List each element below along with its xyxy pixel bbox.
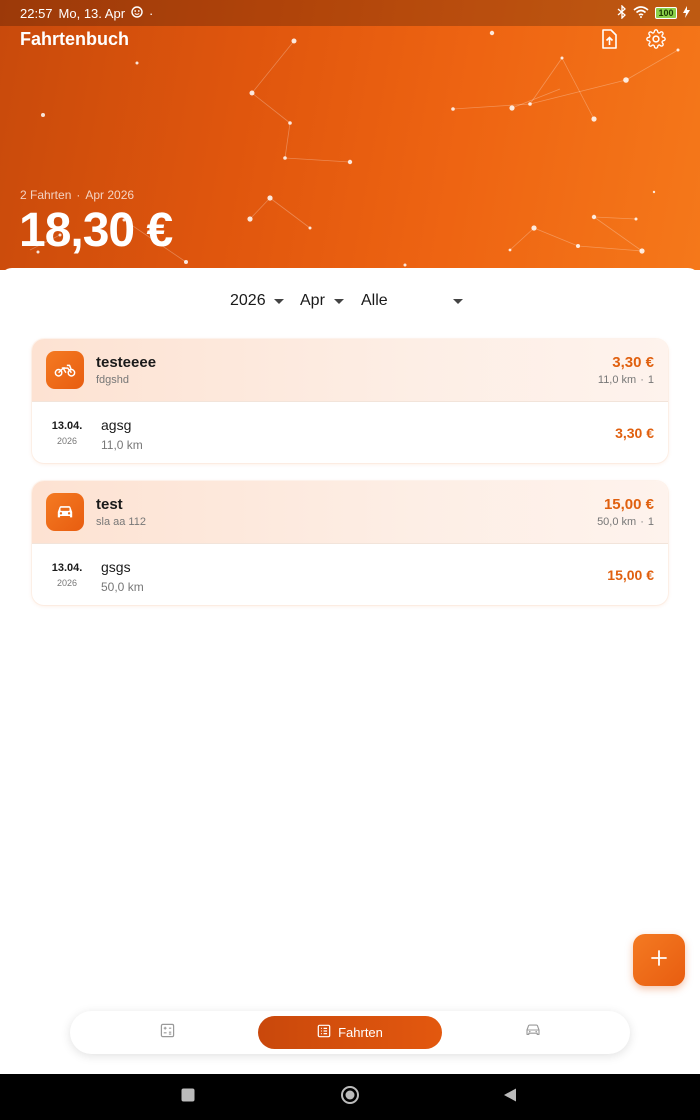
status-time: 22:57 — [20, 5, 53, 21]
vehicle-group: testeeee fdgshd 3,30 € 11,0 km · 1 13.04… — [32, 339, 668, 463]
year-dropdown[interactable]: 2026 — [230, 290, 284, 312]
summary-separator: · — [76, 188, 81, 202]
vehicle-total: 3,30 € — [612, 354, 654, 371]
list-icon — [317, 1024, 331, 1041]
trip-count: 2 Fahrten — [20, 188, 72, 202]
header-banner: 22:57 Mo, 13. Apr · 100 Fahrtenbuch 2 Fa… — [0, 0, 700, 270]
nav-fahrten-label: Fahrten — [338, 1025, 383, 1040]
vehicle-header[interactable]: testeeee fdgshd 3,30 € 11,0 km · 1 — [32, 339, 668, 401]
status-bar: 22:57 Mo, 13. Apr · 100 — [0, 0, 700, 26]
chevron-down-icon — [273, 298, 284, 304]
chevron-down-icon — [333, 298, 344, 304]
trip-name: agsg — [101, 417, 132, 433]
car-icon — [46, 493, 84, 531]
app-title: Fahrtenbuch — [20, 29, 130, 49]
filter-bar: 2026 Apr Alle — [0, 290, 700, 312]
calculator-icon — [160, 1023, 175, 1043]
summary-line: 2 Fahrten · Apr 2026 — [20, 188, 134, 202]
trip-amount: 15,00 € — [607, 567, 654, 583]
back-button[interactable] — [500, 1087, 520, 1107]
month-dropdown[interactable]: Apr — [300, 290, 344, 312]
vehicle-total: 15,00 € — [603, 496, 654, 513]
trip-year: 2026 — [56, 578, 78, 588]
trip-distance: 50,0 km — [101, 580, 144, 594]
charging-icon — [683, 5, 690, 21]
trip-date: 13.04. — [51, 420, 83, 432]
export-button[interactable] — [596, 28, 622, 54]
vehicle-plate: sla aa 112 — [96, 516, 146, 528]
meta-separator: · — [640, 516, 644, 528]
vehicle-trip-count: 1 — [647, 374, 654, 386]
back-triangle-icon — [502, 1087, 518, 1108]
settings-button[interactable] — [643, 28, 669, 54]
home-button[interactable] — [340, 1085, 360, 1110]
trip-row[interactable]: 13.04. 2026 agsg 11,0 km 3,30 € — [32, 401, 668, 463]
vehicle-distance: 11,0 km — [597, 374, 637, 386]
vehicle-trip-count: 1 — [647, 516, 654, 528]
wifi-icon — [633, 5, 649, 21]
notification-icon — [131, 5, 143, 21]
nav-calculator[interactable] — [140, 1011, 194, 1054]
square-icon — [180, 1087, 196, 1108]
status-dot: · — [149, 5, 154, 21]
summary-period: Apr 2026 — [85, 188, 135, 202]
trip-name: gsgs — [101, 559, 131, 575]
vehicle-meta: 11,0 km · 1 — [598, 374, 654, 386]
vehicle-plate: fdgshd — [96, 374, 130, 386]
vehicle-dropdown[interactable]: Alle — [361, 290, 463, 312]
system-navigation-bar — [0, 1074, 700, 1120]
bluetooth-icon — [617, 3, 627, 22]
meta-separator: · — [640, 374, 644, 386]
vehicle-value: Alle — [361, 292, 388, 309]
vehicle-name: testeeee — [96, 354, 157, 371]
month-value: Apr — [300, 292, 325, 309]
add-trip-button[interactable] — [633, 934, 685, 986]
trip-year: 2026 — [56, 436, 78, 446]
year-value: 2026 — [230, 292, 266, 309]
bottom-navigation: Fahrten — [70, 1011, 630, 1054]
nav-fahrten[interactable]: Fahrten — [258, 1016, 442, 1049]
vehicle-group: test sla aa 112 15,00 € 50,0 km · 1 13.0… — [32, 481, 668, 605]
plus-icon — [651, 949, 667, 971]
trip-date: 13.04. — [51, 562, 83, 574]
trip-row[interactable]: 13.04. 2026 gsgs 50,0 km 15,00 € — [32, 543, 668, 605]
trip-amount: 3,30 € — [615, 425, 654, 441]
status-date: Mo, 13. Apr — [58, 5, 126, 21]
gear-icon — [646, 28, 666, 54]
nav-vehicles[interactable] — [506, 1011, 560, 1054]
vehicle-distance: 50,0 km — [597, 516, 637, 528]
motorcycle-icon — [46, 351, 84, 389]
trip-distance: 11,0 km — [101, 438, 143, 452]
vehicle-header[interactable]: test sla aa 112 15,00 € 50,0 km · 1 — [32, 481, 668, 543]
home-circle-icon — [340, 1085, 360, 1110]
vehicle-meta: 50,0 km · 1 — [597, 516, 654, 528]
total-amount: 18,30 € — [19, 204, 173, 257]
car-icon — [525, 1023, 541, 1042]
recents-button[interactable] — [178, 1087, 198, 1107]
chevron-down-icon — [453, 298, 463, 304]
battery-indicator: 100 — [655, 7, 677, 19]
file-upload-icon — [600, 28, 618, 54]
vehicle-name: test — [96, 496, 123, 513]
